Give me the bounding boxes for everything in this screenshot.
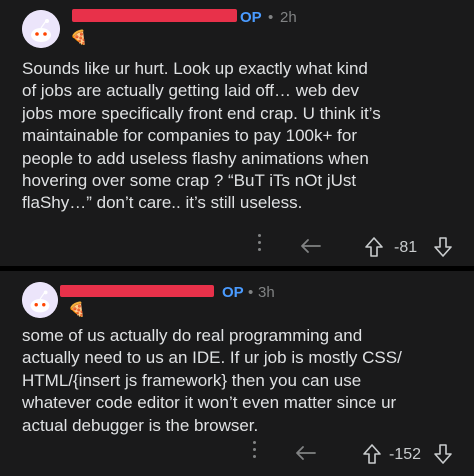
comment-body: some of us actually do real programming …: [22, 326, 402, 435]
comment-body: Sounds like ur hurt. Look up exactly wha…: [22, 59, 381, 213]
downvote-icon[interactable]: [433, 236, 453, 258]
comment-2: redacted 🍕 OP • 3h some of us actually d…: [0, 271, 474, 476]
avatar[interactable]: [22, 282, 58, 318]
vote-score: -152: [389, 446, 422, 463]
upvote-icon[interactable]: [364, 236, 384, 258]
timestamp: 3h: [258, 284, 275, 301]
more-options-icon[interactable]: [252, 441, 258, 462]
pizza-slice-icon: 🍕: [70, 29, 88, 45]
snoo-avatar-icon: [22, 10, 60, 48]
downvote-icon[interactable]: [433, 443, 453, 465]
separator-dot: •: [248, 284, 254, 301]
comment-1: redacted 🍕 OP • 2h Sounds like ur hurt. …: [0, 0, 474, 266]
reply-icon[interactable]: [295, 444, 317, 462]
snoo-avatar-icon: [22, 282, 58, 318]
more-options-icon[interactable]: [257, 234, 263, 255]
username-redacted[interactable]: redacted: [60, 285, 214, 297]
pizza-slice-icon: 🍕: [68, 301, 86, 317]
reply-icon[interactable]: [300, 237, 322, 255]
separator-dot: •: [268, 9, 274, 26]
op-badge: OP: [240, 9, 262, 26]
timestamp: 2h: [280, 9, 297, 26]
comment-actions: -152: [0, 439, 474, 469]
op-badge: OP: [222, 284, 244, 301]
username-redacted[interactable]: redacted: [72, 9, 237, 22]
comment-actions: -81: [0, 232, 474, 262]
avatar[interactable]: [22, 10, 60, 48]
upvote-icon[interactable]: [362, 443, 382, 465]
vote-score: -81: [394, 239, 418, 256]
